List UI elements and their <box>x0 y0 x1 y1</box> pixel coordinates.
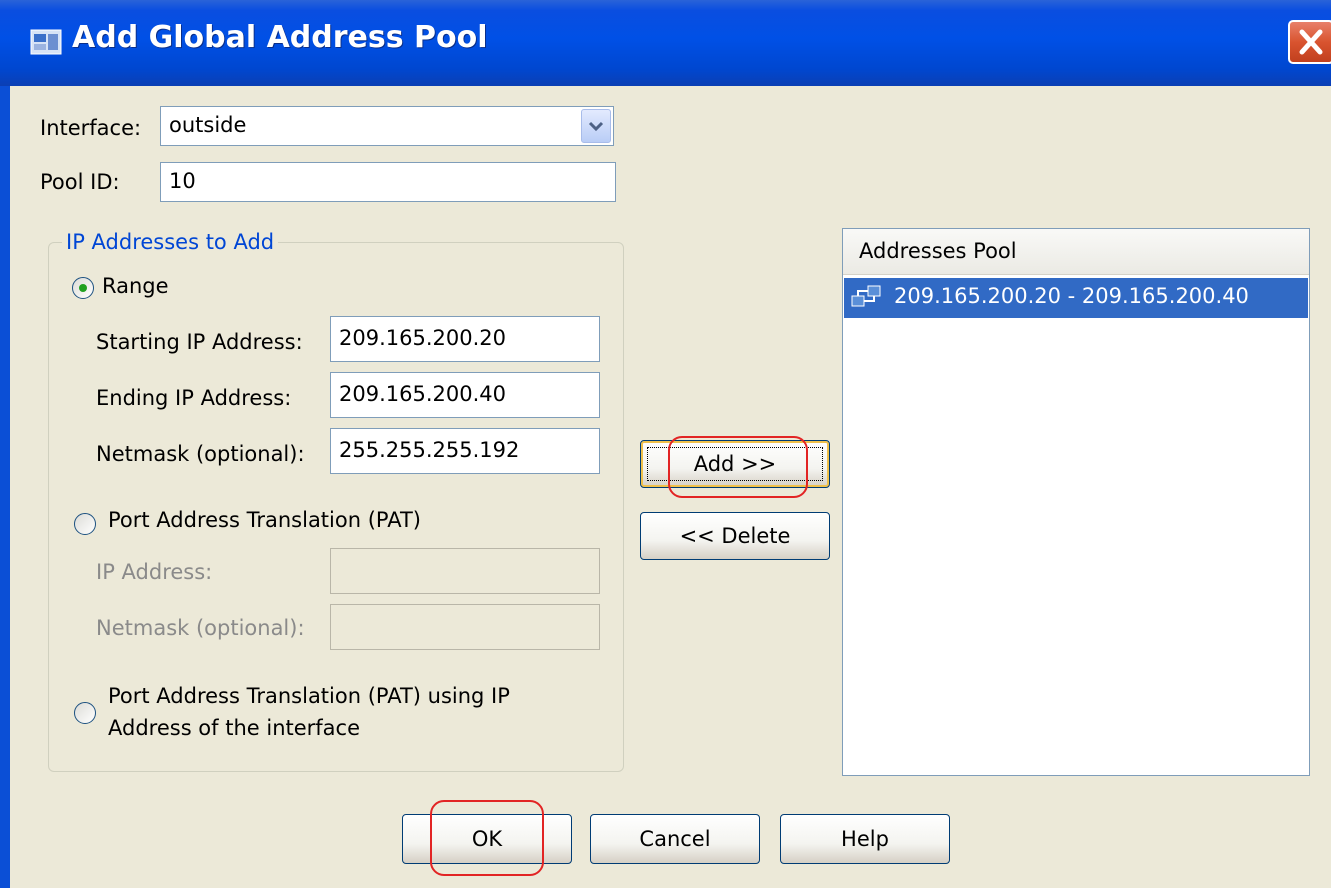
annotation-highlight-ok <box>430 800 544 876</box>
cancel-button-label: Cancel <box>639 827 711 851</box>
netmask-label: Netmask (optional): <box>96 442 305 466</box>
pat-radio[interactable] <box>74 513 96 535</box>
close-button[interactable] <box>1288 20 1331 64</box>
delete-button-label: << Delete <box>679 524 791 548</box>
interface-combobox[interactable]: outside <box>160 106 614 146</box>
pat-label: Port Address Translation (PAT) <box>108 508 421 532</box>
interface-value: outside <box>169 113 247 137</box>
pat-netmask-input[interactable] <box>330 604 600 650</box>
cancel-button[interactable]: Cancel <box>590 814 760 864</box>
asdm-app-icon <box>30 29 62 55</box>
range-radio[interactable] <box>72 277 94 299</box>
pool-entry-text: 209.165.200.20 - 209.165.200.40 <box>894 284 1249 308</box>
ending-ip-input[interactable]: 209.165.200.40 <box>330 372 600 418</box>
annotation-highlight-add <box>668 436 808 498</box>
list-column-header[interactable]: Addresses Pool <box>843 229 1309 275</box>
dialog-title: Add Global Address Pool <box>72 20 488 55</box>
pool-id-label: Pool ID: <box>40 170 120 194</box>
window-frame-left <box>0 86 10 888</box>
close-x-icon <box>1299 29 1323 55</box>
delete-button[interactable]: << Delete <box>640 512 830 560</box>
pat-netmask-label: Netmask (optional): <box>96 616 305 640</box>
starting-ip-input[interactable]: 209.165.200.20 <box>330 316 600 362</box>
interface-label: Interface: <box>40 116 142 140</box>
help-button[interactable]: Help <box>780 814 950 864</box>
dropdown-button[interactable] <box>581 109 611 143</box>
pat-ip-label: IP Address: <box>96 560 213 584</box>
chevron-down-icon <box>588 121 604 132</box>
radio-selected-dot <box>79 284 87 292</box>
pat-ip-input[interactable] <box>330 548 600 594</box>
add-global-address-pool-dialog: Add Global Address Pool Interface: outsi… <box>0 0 1331 888</box>
starting-ip-label: Starting IP Address: <box>96 330 303 354</box>
netmask-input[interactable]: 255.255.255.192 <box>330 428 600 474</box>
help-button-label: Help <box>841 827 889 851</box>
pool-id-input[interactable]: 10 <box>160 162 616 202</box>
title-bar[interactable]: Add Global Address Pool <box>0 0 1331 86</box>
pat-interface-label-line1: Port Address Translation (PAT) using IP <box>108 684 510 708</box>
range-label: Range <box>102 274 169 298</box>
pat-interface-radio[interactable] <box>74 702 96 724</box>
pat-interface-label-line2: Address of the interface <box>108 716 361 740</box>
groupbox-legend: IP Addresses to Add <box>62 230 279 254</box>
network-icon <box>851 285 881 307</box>
ending-ip-label: Ending IP Address: <box>96 386 292 410</box>
